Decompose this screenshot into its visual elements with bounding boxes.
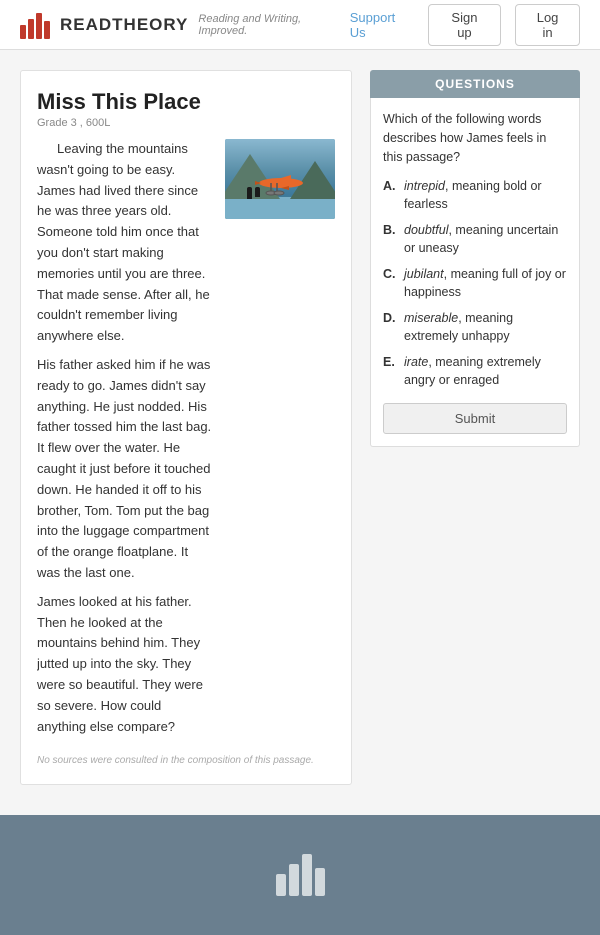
logo-bar-3 (36, 13, 42, 39)
answer-option-a[interactable]: A. intrepid, meaning bold or fearless (383, 178, 567, 213)
person-1 (247, 187, 252, 199)
person-2 (255, 187, 260, 197)
people-silhouettes (247, 187, 260, 199)
logo-bar-4 (44, 21, 50, 39)
article-paragraph-1: Leaving the mountains wasn't going to be… (37, 139, 213, 347)
answer-letter-d: D. (383, 310, 397, 345)
answer-option-c[interactable]: C. jubilant, meaning full of joy or happ… (383, 266, 567, 301)
submit-button[interactable]: Submit (383, 403, 567, 434)
answer-letter-c: C. (383, 266, 397, 301)
footer-band (0, 815, 600, 935)
answer-text-d: miserable, meaning extremely unhappy (404, 310, 567, 345)
article-image (225, 139, 335, 219)
logo-text: READTHEORY (60, 15, 188, 35)
questions-panel: QUESTIONS Which of the following words d… (370, 70, 580, 785)
support-link[interactable]: Support Us (350, 10, 414, 40)
answer-letter-b: B. (383, 222, 397, 257)
article-title: Miss This Place (37, 89, 335, 115)
article-meta: Grade 3 , 600L (37, 117, 335, 129)
answer-letter-e: E. (383, 354, 397, 389)
article-image-inner (225, 139, 335, 219)
logo-bar-1 (20, 25, 26, 39)
answer-text-a: intrepid, meaning bold or fearless (404, 178, 567, 213)
questions-body: Which of the following words describes h… (370, 98, 580, 447)
main-content: Miss This Place Grade 3 , 600L (0, 50, 600, 805)
header: READTHEORY Reading and Writing, Improved… (0, 0, 600, 50)
answer-text-b: doubtful, meaning uncertain or uneasy (404, 222, 567, 257)
article-paragraph-2: His father asked him if he was ready to … (37, 355, 213, 584)
answer-text-c: jubilant, meaning full of joy or happine… (404, 266, 567, 301)
signup-button[interactable]: Sign up (428, 4, 501, 46)
floatplane-icon (253, 171, 308, 201)
footer-logo-bar-3 (302, 854, 312, 896)
questions-header: QUESTIONS (370, 70, 580, 98)
logo-icon (20, 11, 50, 39)
footer-logo-bar-2 (289, 864, 299, 896)
logo-bar-2 (28, 19, 34, 39)
login-button[interactable]: Log in (515, 4, 580, 46)
footer-logo (276, 854, 325, 896)
answer-option-b[interactable]: B. doubtful, meaning uncertain or uneasy (383, 222, 567, 257)
header-right: Support Us Sign up Log in (350, 4, 580, 46)
footer-logo-bar-1 (276, 874, 286, 896)
answer-text-e: irate, meaning extremely angry or enrage… (404, 354, 567, 389)
answer-option-d[interactable]: D. miserable, meaning extremely unhappy (383, 310, 567, 345)
article: Miss This Place Grade 3 , 600L (20, 70, 352, 785)
article-footer: No sources were consulted in the composi… (37, 755, 335, 766)
logo-tagline: Reading and Writing, Improved. (198, 13, 349, 37)
answer-option-e[interactable]: E. irate, meaning extremely angry or enr… (383, 354, 567, 389)
header-left: READTHEORY Reading and Writing, Improved… (20, 11, 350, 39)
questions-prompt: Which of the following words describes h… (383, 110, 567, 166)
article-paragraph-3: James looked at his father. Then he look… (37, 592, 213, 738)
article-body: Leaving the mountains wasn't going to be… (37, 139, 213, 745)
footer-logo-bar-4 (315, 868, 325, 896)
answer-letter-a: A. (383, 178, 397, 213)
